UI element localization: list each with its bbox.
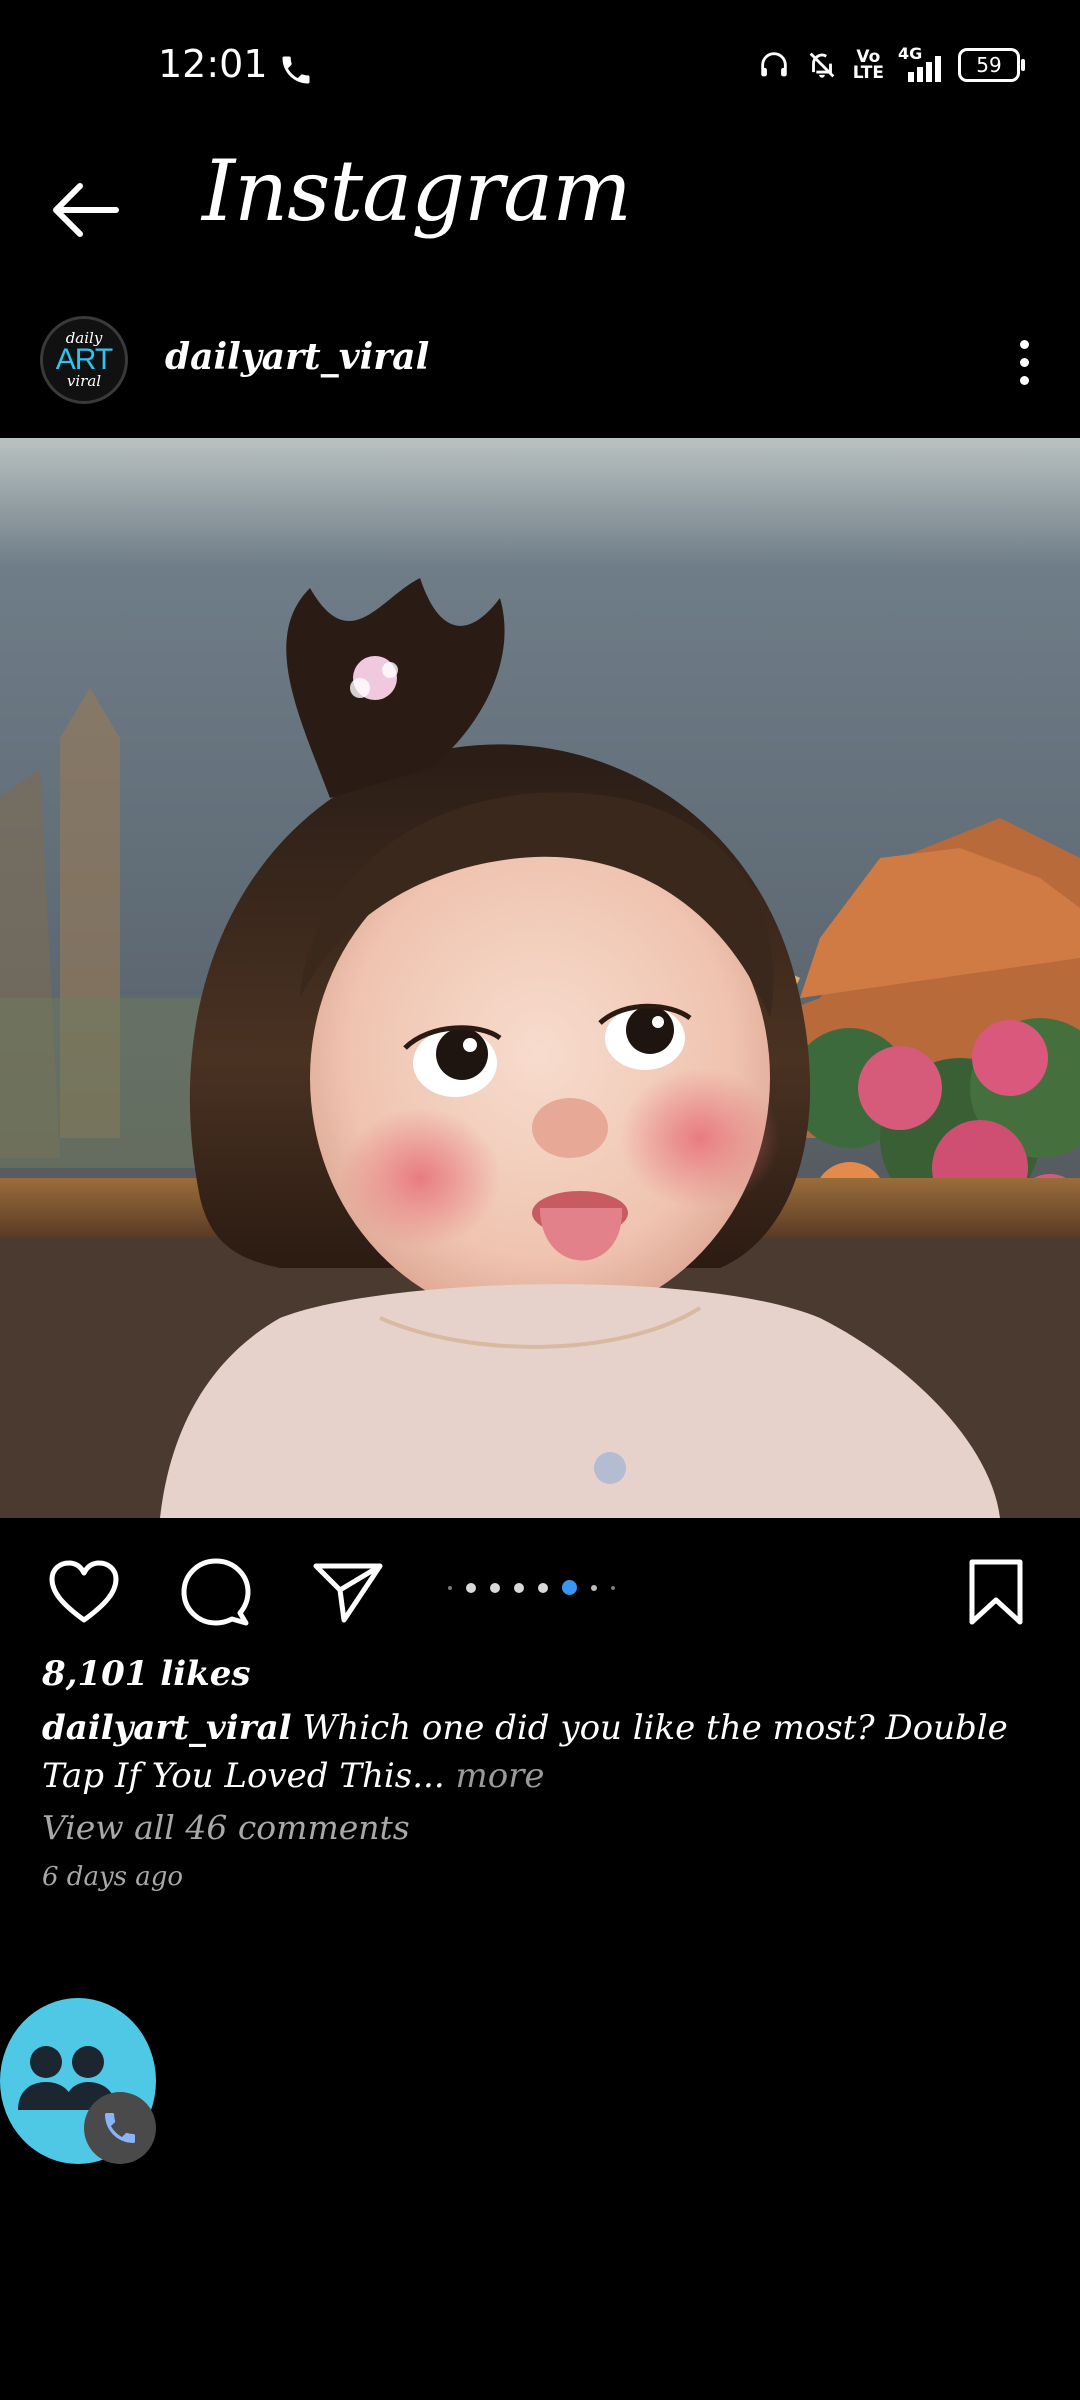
signal-4g-icon: 4G: [898, 44, 944, 82]
avatar[interactable]: daily ART viral: [40, 316, 128, 404]
more-vertical-icon: [1019, 339, 1029, 349]
phone-icon: [105, 2113, 135, 2143]
caption-username[interactable]: dailyart_viral: [42, 1708, 292, 1748]
battery-icon: 59: [958, 48, 1025, 82]
caption-more-link[interactable]: more: [445, 1756, 544, 1796]
battery-level: 59: [976, 53, 1002, 77]
volte-icon: Vo LTE: [852, 47, 884, 83]
back-button[interactable]: [44, 170, 124, 250]
status-time: 12:01: [158, 42, 268, 86]
share-button[interactable]: [310, 1554, 386, 1630]
post-username[interactable]: dailyart_viral: [165, 336, 429, 378]
status-icons: Vo LTE 4G 59: [757, 44, 1025, 83]
carousel-dot: [514, 1582, 524, 1593]
like-heart-icon: [49, 1560, 119, 1623]
post-caption: dailyart_viral Which one did you like th…: [42, 1704, 1042, 1800]
carousel-dot: [538, 1582, 548, 1593]
more-options-button[interactable]: [994, 326, 1054, 398]
app-header: Instagram: [0, 136, 1080, 286]
post-timestamp: 6 days ago: [42, 1862, 184, 1892]
status-bar: 12:01 Vo LTE 4G 59: [0, 0, 1080, 136]
view-comments-link[interactable]: View all 46 comments: [42, 1808, 410, 1847]
muted-bell-icon: [809, 52, 835, 78]
phone-call-icon: [282, 56, 310, 84]
screen: 12:01 Vo LTE 4G 59 Instagram daily ART v…: [0, 0, 1080, 2400]
like-button[interactable]: [46, 1554, 122, 1630]
bookmark-button[interactable]: [958, 1554, 1034, 1630]
carousel-indicator: [448, 1580, 615, 1595]
post-image-artwork: [0, 438, 1080, 1518]
back-arrow-icon: [53, 183, 119, 237]
call-badge[interactable]: [84, 2092, 156, 2164]
carousel-dot: [490, 1582, 500, 1593]
comment-button[interactable]: [178, 1554, 254, 1630]
more-vertical-icon: [1019, 375, 1029, 385]
post-image[interactable]: [0, 438, 1080, 1518]
share-send-icon: [313, 1563, 383, 1623]
carousel-dot: [466, 1582, 476, 1593]
post-header: daily ART viral dailyart_viral: [0, 306, 1080, 422]
comment-bubble-icon: [181, 1558, 251, 1626]
carousel-dot: [611, 1585, 615, 1590]
likes-count[interactable]: 8,101 likes: [42, 1654, 250, 1694]
carousel-dot-active: [562, 1580, 577, 1595]
avatar-line-2: ART: [55, 343, 113, 376]
carousel-dot: [448, 1585, 452, 1590]
bookmark-icon: [969, 1559, 1023, 1625]
avatar-line-3: viral: [66, 372, 102, 390]
app-title: Instagram: [202, 142, 632, 240]
carousel-dot: [591, 1584, 597, 1591]
more-vertical-icon: [1019, 357, 1029, 367]
headphones-icon: [761, 52, 787, 77]
